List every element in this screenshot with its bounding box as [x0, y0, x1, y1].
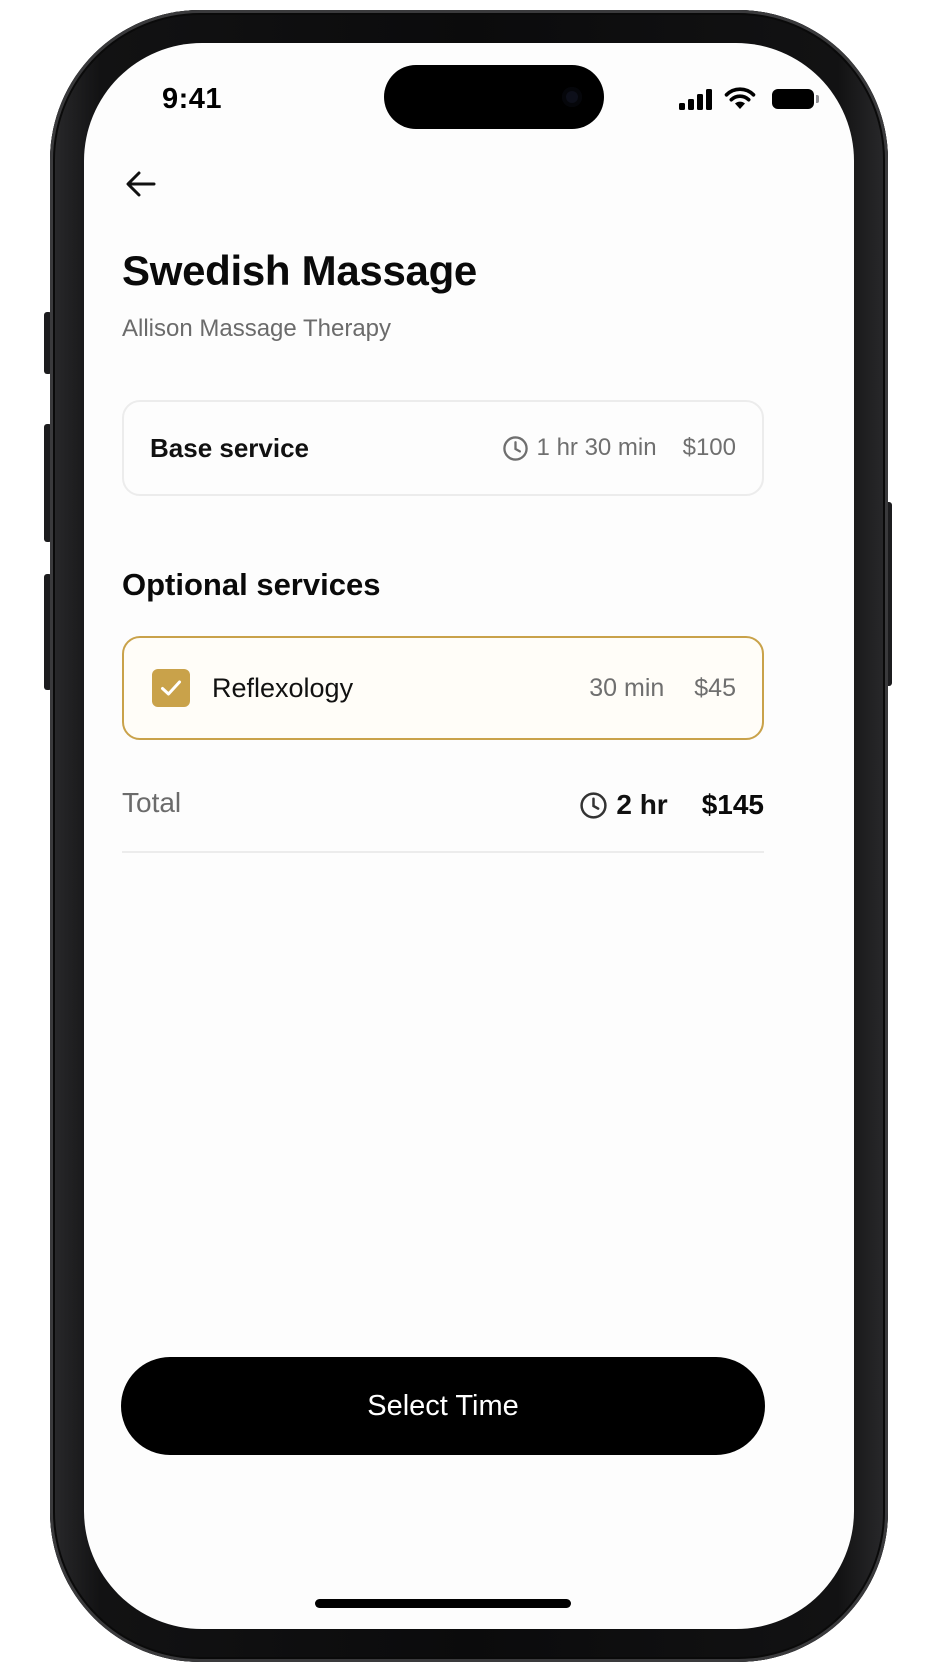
- clock-icon: [580, 791, 607, 819]
- checkmark-icon: [161, 680, 181, 696]
- base-service-duration: 1 hr 30 min: [502, 434, 657, 462]
- base-service-card: Base service 1 hr 30 min $100: [122, 400, 764, 496]
- base-service-duration-text: 1 hr 30 min: [536, 434, 657, 461]
- reflexology-checkbox[interactable]: [152, 669, 190, 707]
- wifi-icon: [724, 87, 756, 109]
- arrow-left-icon: [126, 171, 156, 197]
- optional-services-heading: Optional services: [122, 567, 381, 602]
- select-time-button[interactable]: Select Time: [121, 1357, 765, 1455]
- optional-service-item-reflexology[interactable]: Reflexology 30 min $45: [122, 636, 764, 740]
- status-icons: [679, 87, 819, 111]
- total-label: Total: [122, 787, 182, 818]
- total-row: Total 2 hr $145: [122, 787, 764, 853]
- total-price: $145: [701, 789, 764, 820]
- clock-icon: [502, 435, 528, 461]
- app-screen: 9:41 Swedish Massage Allison Massage The…: [84, 43, 854, 1629]
- dynamic-island: [384, 65, 604, 129]
- page-title: Swedish Massage: [122, 247, 477, 294]
- phone-frame: 9:41 Swedish Massage Allison Massage The…: [50, 10, 888, 1662]
- device-mockup: 9:41 Swedish Massage Allison Massage The…: [0, 0, 942, 1669]
- battery-icon: [772, 89, 819, 109]
- home-indicator: [315, 1599, 571, 1608]
- optional-service-price: $45: [694, 673, 736, 702]
- cellular-signal-icon: [679, 88, 712, 110]
- base-service-price: $100: [682, 434, 736, 461]
- optional-service-label: Reflexology: [212, 672, 354, 703]
- back-button[interactable]: [122, 165, 160, 203]
- optional-service-duration: 30 min: [589, 673, 665, 702]
- total-duration-text: 2 hr: [616, 789, 668, 820]
- provider-name: Allison Massage Therapy: [122, 315, 392, 342]
- base-service-label: Base service: [150, 432, 310, 463]
- front-camera: [562, 87, 582, 107]
- status-time: 9:41: [162, 83, 223, 115]
- total-duration: 2 hr: [579, 789, 668, 821]
